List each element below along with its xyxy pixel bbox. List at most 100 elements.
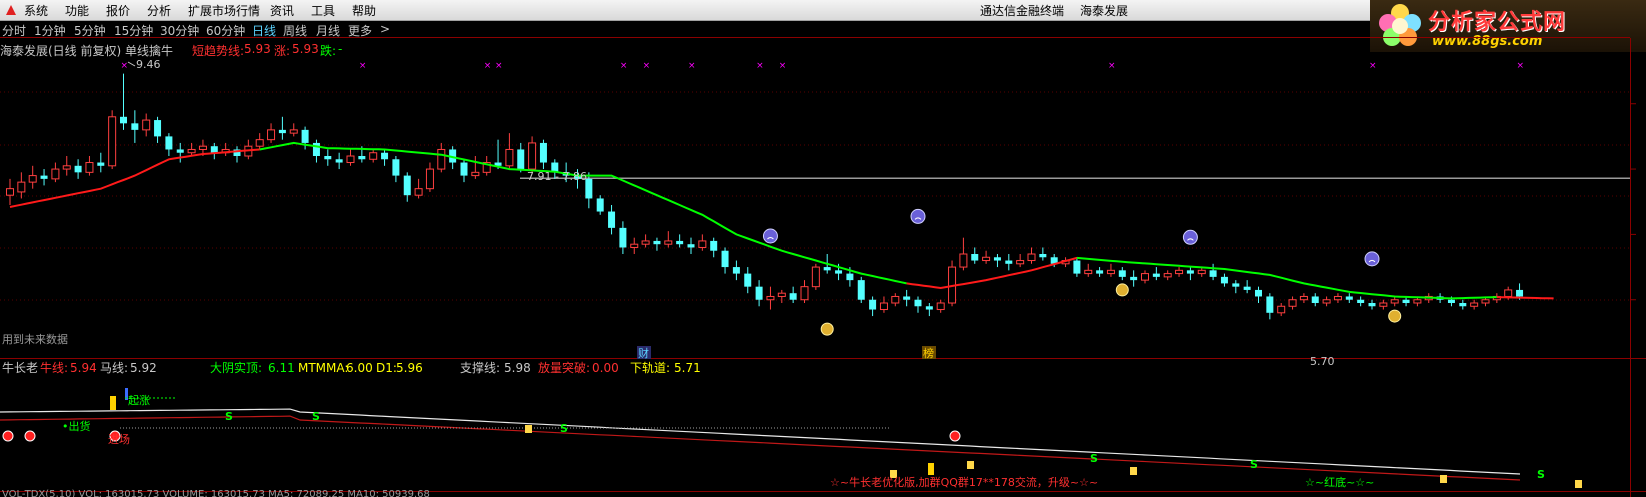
s-signal: S	[312, 410, 320, 423]
trend-line	[9, 141, 1554, 300]
candle-body	[1005, 260, 1013, 264]
candle-body	[687, 244, 695, 248]
signal-cross: ×	[1517, 61, 1525, 71]
candle-body	[869, 299, 877, 310]
candle-body	[28, 175, 37, 183]
mtmma-label: MTMMA:	[298, 361, 348, 375]
warning-face-icon	[1364, 251, 1380, 267]
signal-circle-icon	[949, 430, 961, 442]
signal-cross: ×	[1369, 61, 1377, 71]
candle-body	[1096, 270, 1104, 274]
signal-bar	[928, 463, 934, 475]
candle-body	[335, 159, 343, 163]
candle-body	[346, 155, 355, 164]
candle-body	[255, 139, 264, 147]
candle-body	[289, 129, 298, 134]
candle-body	[1447, 299, 1455, 303]
candle-body	[108, 116, 117, 167]
badge-cai: 财	[638, 346, 649, 360]
candle-body	[324, 156, 332, 160]
candle-body	[891, 295, 900, 304]
candle-body	[392, 159, 400, 176]
candle-body	[676, 240, 684, 245]
candle-body	[596, 198, 604, 212]
candle-body	[857, 280, 865, 300]
hand-icon	[1130, 467, 1137, 475]
candle-body	[154, 120, 162, 137]
candle-body	[971, 254, 979, 261]
candle-body	[1232, 283, 1240, 287]
dayin-label: 大阴实顶:	[210, 360, 262, 375]
d1-value: 5.96	[396, 361, 423, 375]
signal-cross: ×	[620, 61, 628, 71]
warning-face-icon	[910, 208, 926, 224]
money-bag-icon	[1388, 309, 1402, 323]
candle-body	[120, 116, 127, 124]
future-data-note: 用到未来数据	[2, 332, 68, 346]
candle-body	[460, 162, 468, 176]
candle-body	[630, 243, 639, 248]
bottom-volume-info: VOL-TDX(5,10) VOL: 163015.73 VOLUME: 163…	[2, 489, 430, 497]
money-bag-icon	[1115, 283, 1129, 297]
candle-body	[1504, 289, 1513, 297]
candle-body	[97, 162, 105, 166]
trend-segment	[1076, 256, 1497, 300]
candle-body	[1209, 270, 1217, 277]
d1-label: D1:	[376, 361, 397, 375]
candle-body	[811, 266, 820, 288]
candle-body	[1459, 303, 1467, 307]
candle-body	[1255, 289, 1262, 297]
candle-body	[823, 267, 831, 271]
candle-body	[1175, 269, 1184, 275]
signal-circle-icon	[2, 430, 14, 442]
low-price-label: 5.70	[1310, 355, 1335, 368]
signal-bar	[110, 396, 116, 410]
candle-body	[85, 162, 94, 173]
candle-body	[414, 188, 423, 196]
signal-cross: ×	[688, 61, 696, 71]
candle-body	[528, 142, 537, 170]
candle-body	[403, 175, 411, 196]
candle-body	[187, 148, 196, 154]
candle-body	[1084, 269, 1093, 275]
signal-cross: ×	[359, 61, 367, 71]
qiqi-label: 起涨	[128, 394, 150, 407]
candle-body	[641, 240, 650, 245]
candle-body	[381, 152, 389, 160]
niu-label: 牛线:	[40, 360, 68, 375]
candle-body	[278, 129, 286, 134]
candle-body	[721, 250, 729, 268]
candle-body	[210, 146, 218, 153]
signal-cross: ×	[495, 61, 503, 71]
hand-icon	[1440, 475, 1447, 483]
hongdi-label: ☆~红底~☆~	[1305, 475, 1374, 489]
candle-body	[1311, 296, 1319, 303]
candle-body	[17, 181, 26, 193]
volume-break-value: 0.00	[592, 361, 619, 375]
candle-body	[176, 149, 184, 153]
candle-body	[1413, 299, 1422, 304]
sub-title: 牛长老	[2, 360, 38, 375]
signal-cross: ×	[484, 61, 492, 71]
candle-body	[1299, 295, 1308, 301]
candle-body	[142, 119, 151, 131]
candle-body	[766, 295, 775, 301]
kline-chart[interactable]: × × × × × × × × × × × × S SSS SS 9.46 7.91 - 7.86 5.7…	[0, 0, 1646, 497]
candle-body	[993, 257, 1001, 261]
s-signal: S	[1250, 458, 1258, 471]
ma-value: 5.92	[130, 361, 157, 375]
hand-icon	[1575, 480, 1582, 488]
niu-value: 5.94	[70, 361, 97, 375]
candle-body	[198, 145, 207, 150]
candle-body	[789, 293, 797, 300]
candle-body	[846, 273, 854, 281]
candle-body	[1481, 299, 1490, 304]
candle-body	[437, 148, 446, 170]
candle-body	[1345, 296, 1353, 300]
s-signal: S	[225, 410, 233, 423]
support-label: 支撑线:	[460, 360, 500, 375]
candle-body	[425, 168, 434, 190]
candle-body	[1243, 286, 1251, 290]
candle-body	[1186, 270, 1194, 274]
candle-body	[698, 240, 707, 248]
